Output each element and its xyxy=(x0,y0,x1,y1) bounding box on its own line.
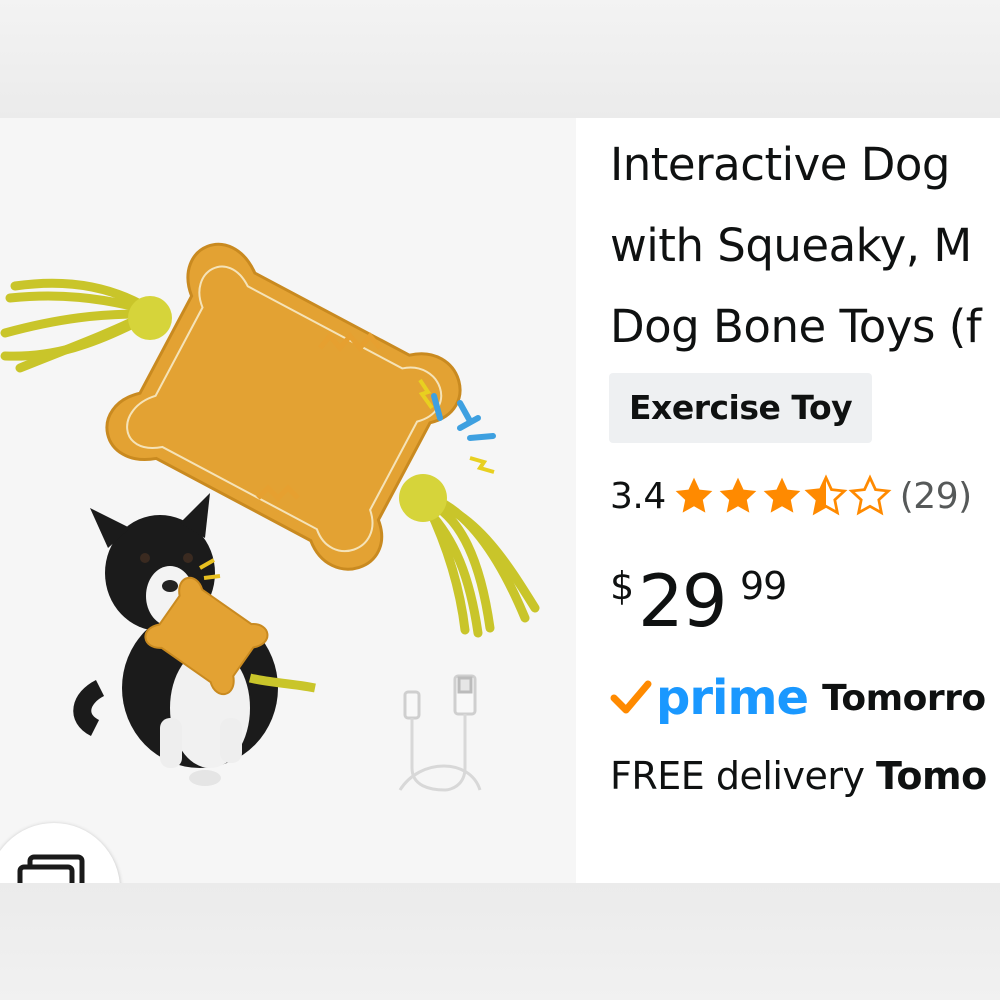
prime-delivery-day: Tomorro xyxy=(822,677,986,719)
delivery-day: Tomo xyxy=(876,754,987,798)
spark-yellow-2 xyxy=(469,456,495,474)
title-line-2: with Squeaky, M xyxy=(610,219,972,272)
rating-value: 3.4 xyxy=(610,475,666,517)
review-count[interactable]: (29) xyxy=(900,476,972,517)
star-icon xyxy=(675,477,713,513)
prime-check-icon xyxy=(610,680,652,714)
price-currency: $ xyxy=(610,564,635,608)
delivery-prefix: FREE delivery xyxy=(610,754,877,798)
product-info: Interactive Dog with Squeaky, M Dog Bone… xyxy=(576,118,1000,883)
rope-left xyxy=(0,278,145,373)
rope-right xyxy=(420,493,540,638)
product-illustration xyxy=(0,242,540,792)
delivery-info: FREE delivery Tomo xyxy=(610,754,987,798)
title-line-1: Interactive Dog xyxy=(610,138,950,191)
variant-badge[interactable]: Exercise Toy xyxy=(609,373,873,443)
image-stack-icon xyxy=(17,854,85,883)
rope-knot-right xyxy=(399,474,447,522)
star-icon xyxy=(763,477,801,513)
product-image[interactable] xyxy=(0,118,576,883)
product-title[interactable]: Interactive Dog with Squeaky, M Dog Bone… xyxy=(610,124,1000,367)
price-whole: 29 xyxy=(638,559,728,643)
star-half-icon xyxy=(804,474,848,516)
bottom-blur-band xyxy=(0,883,1000,1000)
title-line-3: Dog Bone Toys (f xyxy=(610,300,982,353)
star-rating xyxy=(672,474,892,518)
product-card[interactable]: Interactive Dog with Squeaky, M Dog Bone… xyxy=(0,118,1000,883)
prime-badge-row: prime Tomorro xyxy=(610,666,986,730)
price-fraction: 99 xyxy=(740,564,787,608)
star-icon xyxy=(719,477,757,513)
star-empty-icon xyxy=(848,474,892,516)
usb-cable xyxy=(398,674,482,792)
rating-row[interactable]: 3.4 (29) xyxy=(610,468,972,524)
top-blur-band xyxy=(0,0,1000,118)
rope-knot-left xyxy=(128,296,172,340)
prime-logo: prime xyxy=(656,670,809,726)
